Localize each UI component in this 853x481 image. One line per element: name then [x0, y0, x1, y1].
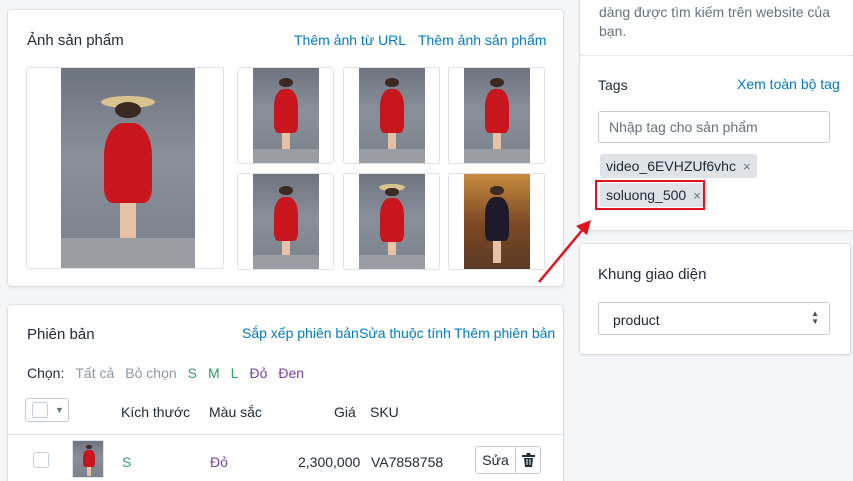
- layout-title: Khung giao diện: [598, 266, 707, 283]
- variants-title: Phiên bản: [27, 326, 95, 343]
- tag-chip: video_6EVHZUf6vhc ×: [600, 154, 757, 178]
- tag-label: video_6EVHZUf6vhc: [606, 158, 736, 174]
- layout-select[interactable]: product ▲ ▼: [598, 302, 830, 335]
- product-image-thumb[interactable]: [343, 67, 440, 164]
- product-image-thumb[interactable]: [448, 67, 545, 164]
- layout-card: Khung giao diện product ▲ ▼: [580, 244, 850, 354]
- filter-size-m[interactable]: M: [208, 365, 220, 381]
- column-size: Kích thước: [121, 404, 191, 420]
- seo-card: dàng được tìm kiếm trên website của bạn.: [580, 0, 853, 56]
- row-checkbox[interactable]: [33, 452, 49, 468]
- variant-image: [72, 440, 104, 478]
- view-all-tags-link[interactable]: Xem toàn bộ tag: [737, 76, 840, 92]
- column-sku: SKU: [370, 404, 399, 420]
- sort-variants-link[interactable]: Sắp xếp phiên bản: [242, 325, 359, 341]
- filter-color-black[interactable]: Đen: [278, 365, 304, 381]
- product-image-thumb[interactable]: [343, 173, 440, 270]
- add-variant-link[interactable]: Thêm phiên bản: [454, 325, 555, 341]
- product-images-title: Ảnh sản phẩm: [27, 32, 124, 49]
- trash-icon: [521, 453, 535, 467]
- seo-description: dàng được tìm kiếm trên website của bạn.: [599, 3, 839, 41]
- select-caret-icon: ▲ ▼: [811, 309, 819, 326]
- table-row[interactable]: S Đỏ 2,300,000 VA7858758 Sửa: [8, 435, 563, 481]
- variants-table-header: ▼ Kích thước Màu sắc Giá SKU: [8, 395, 563, 435]
- product-image-thumb[interactable]: [237, 173, 334, 270]
- seo-text-line: bạn.: [599, 23, 627, 39]
- seo-text-line: dàng được tìm kiếm trên website của: [599, 4, 830, 20]
- tag-highlight-box: [595, 180, 705, 210]
- product-image-thumb[interactable]: [237, 67, 334, 164]
- add-product-image-link[interactable]: Thêm ảnh sản phẩm: [418, 32, 546, 48]
- column-price: Giá: [334, 404, 356, 420]
- filter-deselect[interactable]: Bỏ chọn: [125, 365, 176, 381]
- variant-actions: Sửa: [475, 446, 541, 474]
- column-color: Màu sắc: [209, 404, 262, 420]
- remove-tag-icon[interactable]: ×: [743, 159, 751, 174]
- bulk-select-dropdown[interactable]: ▼: [25, 398, 69, 422]
- filter-size-s[interactable]: S: [188, 365, 197, 381]
- delete-variant-button[interactable]: [516, 447, 540, 473]
- main-product-image[interactable]: [26, 67, 224, 269]
- product-images-card: Ảnh sản phẩm Thêm ảnh từ URL Thêm ảnh sả…: [8, 10, 563, 286]
- variants-card: Phiên bản Sắp xếp phiên bản Sửa thuộc tí…: [8, 305, 563, 481]
- edit-attributes-link[interactable]: Sửa thuộc tính: [359, 325, 451, 341]
- add-image-from-url-link[interactable]: Thêm ảnh từ URL: [294, 32, 406, 48]
- tags-label: Tags: [598, 77, 628, 93]
- filter-size-l[interactable]: L: [231, 365, 239, 381]
- product-image-thumb[interactable]: [448, 173, 545, 270]
- variant-size[interactable]: S: [122, 454, 131, 470]
- chevron-down-icon: ▼: [55, 405, 64, 415]
- select-all-checkbox[interactable]: [32, 402, 48, 418]
- filter-select-all[interactable]: Tất cả: [75, 365, 114, 381]
- edit-variant-button[interactable]: Sửa: [476, 447, 516, 473]
- variant-price: 2,300,000: [298, 454, 361, 470]
- choose-label: Chọn:: [27, 365, 65, 381]
- layout-select-value: product: [613, 312, 660, 328]
- variant-sku: VA7858758: [371, 454, 444, 470]
- variant-filter-row: Chọn: Tất cả Bỏ chọn S M L Đỏ Đen: [27, 365, 304, 381]
- variant-color[interactable]: Đỏ: [210, 454, 228, 470]
- tag-input[interactable]: [598, 111, 830, 143]
- filter-color-red[interactable]: Đỏ: [249, 365, 267, 381]
